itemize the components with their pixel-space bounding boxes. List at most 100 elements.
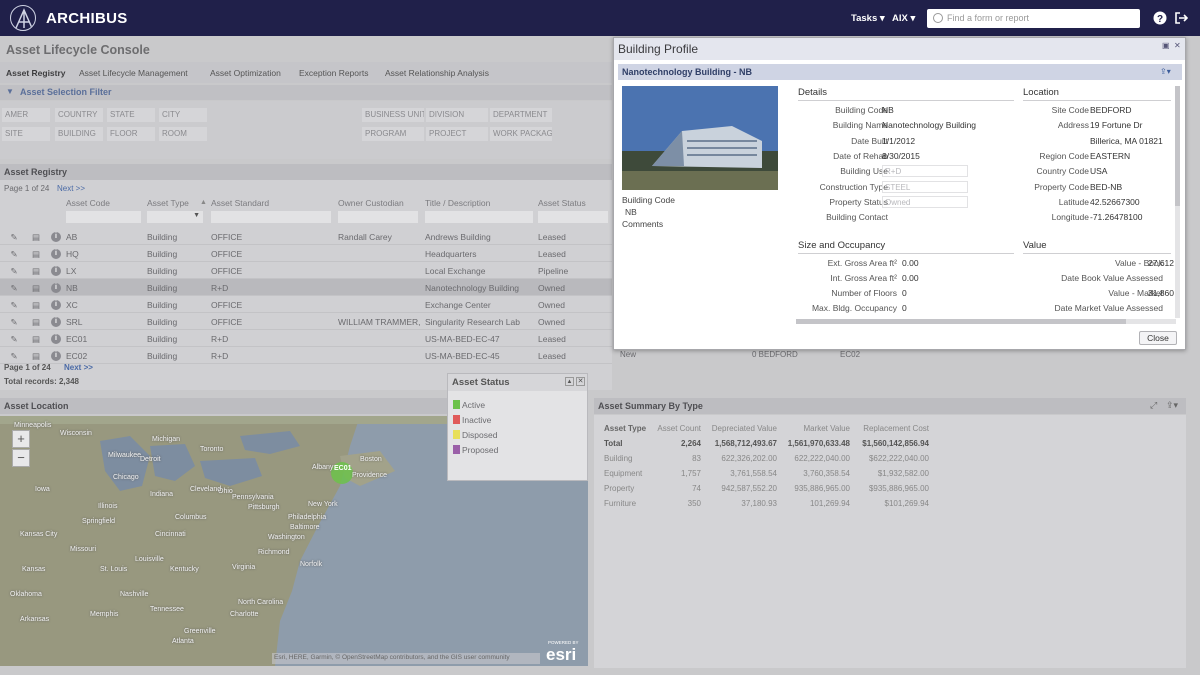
maximize-icon[interactable]: ⤢: [1150, 400, 1157, 411]
logout-icon[interactable]: [1174, 11, 1189, 28]
location-label: Country Code: [1036, 166, 1089, 177]
tab-asset-lifecycle-management[interactable]: Asset Lifecycle Management: [79, 68, 188, 78]
tasks-menu[interactable]: Tasks ▾: [851, 13, 885, 24]
col-asset-type[interactable]: Asset Type: [147, 198, 189, 208]
zoom-in-button[interactable]: +: [12, 430, 30, 448]
document-icon[interactable]: ▤: [31, 334, 41, 344]
document-icon[interactable]: ▤: [31, 300, 41, 310]
filter-building[interactable]: BUILDING: [55, 127, 103, 141]
filter-input-title[interactable]: [425, 211, 533, 223]
col-owner-custodian[interactable]: Owner Custodian: [338, 198, 404, 208]
filter-select-asset-type[interactable]: ▼: [147, 211, 203, 223]
table-row[interactable]: ✎ ▤ i XC Building OFFICE Exchange Center Owned: [0, 296, 612, 313]
edit-icon[interactable]: ✎: [9, 266, 19, 276]
horizontal-scrollbar[interactable]: [796, 319, 1176, 324]
footer-next-link[interactable]: Next >>: [64, 363, 93, 372]
sum-repl: $1,932,582.00: [877, 469, 929, 478]
col-asset-status[interactable]: Asset Status: [538, 198, 586, 208]
filter-country[interactable]: COUNTRY: [55, 108, 103, 122]
edit-icon[interactable]: ✎: [9, 232, 19, 242]
filter-division[interactable]: DIVISION: [426, 108, 488, 122]
filter-program[interactable]: PROGRAM: [362, 127, 424, 141]
close-icon[interactable]: ✕: [576, 377, 585, 386]
tab-asset-relationship-analysis[interactable]: Asset Relationship Analysis: [385, 68, 489, 78]
edit-icon[interactable]: ✎: [9, 249, 19, 259]
close-button[interactable]: Close: [1139, 331, 1177, 345]
info-icon[interactable]: i: [51, 232, 61, 242]
map-label: Kansas: [22, 566, 46, 573]
info-icon[interactable]: i: [51, 351, 61, 361]
edit-icon[interactable]: ✎: [9, 317, 19, 327]
next-page-link[interactable]: Next >>: [57, 184, 85, 193]
close-dialog-icon[interactable]: ✕: [1174, 41, 1181, 50]
document-icon[interactable]: ▤: [31, 232, 41, 242]
value-section-title: Value: [1023, 240, 1171, 254]
details-value[interactable]: STEEL: [882, 180, 968, 193]
building-subtitle: Nanotechnology Building - NB: [618, 64, 1182, 80]
filter-input-status[interactable]: [538, 211, 608, 223]
table-row[interactable]: ✎ ▤ i AB Building OFFICE Randall Carey Andrews …: [0, 228, 612, 245]
details-value[interactable]: Owned: [882, 195, 968, 208]
document-icon[interactable]: ▤: [31, 317, 41, 327]
row-bldg-ec02: EC02: [840, 350, 861, 359]
col-title-description[interactable]: Title / Description: [425, 198, 490, 208]
zoom-out-button[interactable]: −: [12, 449, 30, 467]
document-icon[interactable]: ▤: [31, 283, 41, 293]
filter-room[interactable]: ROOM: [159, 127, 207, 141]
filter-region[interactable]: AMER: [2, 108, 50, 122]
tab-asset-optimization[interactable]: Asset Optimization: [210, 68, 281, 78]
table-row[interactable]: ✎ ▤ i LX Building OFFICE Local Exchange Pipelin…: [0, 262, 612, 279]
table-row[interactable]: ✎ ▤ i SRL Building OFFICE WILLIAM TRAMMER, Sing…: [0, 313, 612, 330]
tab-exception-reports[interactable]: Exception Reports: [299, 68, 368, 78]
filter-floor[interactable]: FLOOR: [107, 127, 155, 141]
info-icon[interactable]: i: [51, 334, 61, 344]
asset-selection-filter-header[interactable]: ▼ Asset Selection Filter: [0, 85, 612, 100]
filter-department[interactable]: DEPARTMENT: [490, 108, 552, 122]
filter-input-asset-code[interactable]: [66, 211, 141, 223]
info-icon[interactable]: i: [51, 283, 61, 293]
location-value: EASTERN: [1090, 150, 1131, 161]
document-icon[interactable]: ▤: [31, 249, 41, 259]
filter-input-owner[interactable]: [338, 211, 418, 223]
filter-site[interactable]: SITE: [2, 127, 50, 141]
filter-project[interactable]: PROJECT: [426, 127, 488, 141]
edit-icon[interactable]: ✎: [9, 283, 19, 293]
map-label: Detroit: [140, 456, 161, 463]
maximize-dialog-icon[interactable]: ▣: [1162, 41, 1170, 50]
export-menu-icon[interactable]: ⇪▾: [1166, 400, 1178, 411]
table-row[interactable]: ✎ ▤ i EC01 Building R+D US-MA-BED-EC-47 Leased: [0, 330, 612, 347]
vertical-scrollbar[interactable]: [1175, 86, 1180, 318]
document-icon[interactable]: ▤: [31, 266, 41, 276]
minimize-icon[interactable]: ▲: [565, 377, 574, 386]
edit-icon[interactable]: ✎: [9, 334, 19, 344]
filter-work-package[interactable]: WORK PACKAGE: [490, 127, 552, 141]
edit-icon[interactable]: ✎: [9, 300, 19, 310]
info-icon[interactable]: i: [51, 249, 61, 259]
total-records: Total records: 2,348: [4, 377, 79, 386]
details-value[interactable]: R+D: [882, 165, 968, 178]
document-icon[interactable]: ▤: [31, 351, 41, 361]
edit-icon[interactable]: ✎: [9, 351, 19, 361]
collapse-icon[interactable]: ▼: [6, 87, 14, 96]
filter-business-unit[interactable]: BUSINESS UNIT: [362, 108, 424, 122]
tab-asset-registry[interactable]: Asset Registry: [6, 68, 66, 78]
cell-title: Singularity Research Lab: [425, 317, 520, 327]
filter-state[interactable]: STATE: [107, 108, 155, 122]
col-asset-code[interactable]: Asset Code: [66, 198, 110, 208]
map-label: Kansas City: [20, 531, 58, 538]
filter-input-asset-standard[interactable]: [211, 211, 331, 223]
table-row[interactable]: ✎ ▤ i EC02 Building R+D US-MA-BED-EC-45 Leased: [0, 347, 612, 364]
col-asset-standard[interactable]: Asset Standard: [211, 198, 269, 208]
user-menu[interactable]: AIX ▾: [892, 13, 915, 24]
filter-city[interactable]: CITY: [159, 108, 207, 122]
info-icon[interactable]: i: [51, 266, 61, 276]
search-input[interactable]: Find a form or report: [927, 9, 1140, 28]
export-icon[interactable]: ⇪▾: [1160, 67, 1171, 76]
table-row[interactable]: ✎ ▤ i HQ Building OFFICE Headquarters Leased: [0, 245, 612, 262]
info-icon[interactable]: i: [51, 317, 61, 327]
size-value: 0.00: [902, 258, 919, 268]
help-icon[interactable]: ?: [1153, 11, 1167, 28]
info-icon[interactable]: i: [51, 300, 61, 310]
sort-icon[interactable]: ▲: [200, 199, 207, 206]
table-row[interactable]: ✎ ▤ i NB Building R+D Nanotechnology Building O…: [0, 279, 612, 296]
